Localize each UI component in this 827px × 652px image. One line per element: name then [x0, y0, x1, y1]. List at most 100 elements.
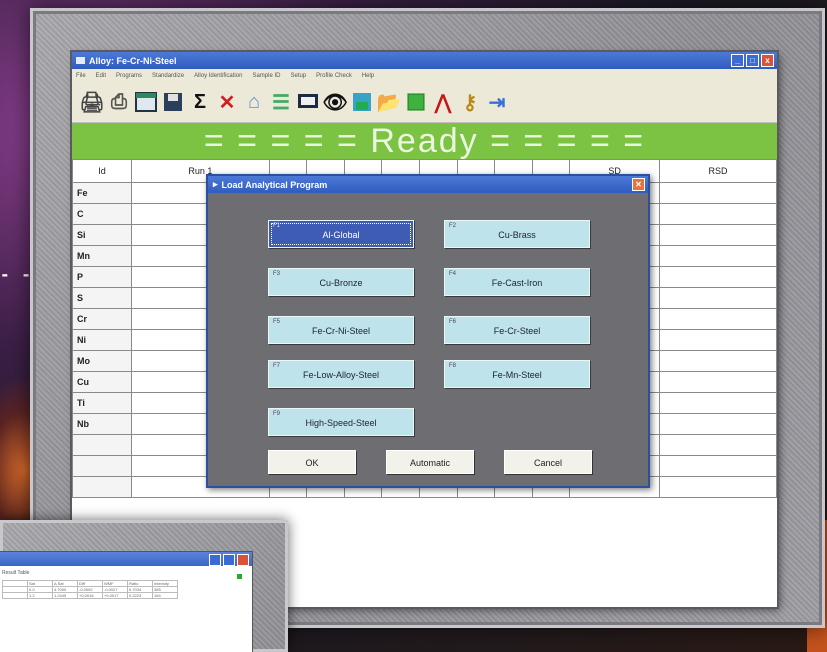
- window-title: Alloy: Fe-Cr-Ni-Steel: [89, 55, 177, 66]
- element-row-label: [72, 476, 132, 498]
- delete-x-icon[interactable]: ✕: [215, 90, 239, 114]
- program-cu-brass-button[interactable]: F2 Cu-Brass: [444, 220, 590, 248]
- grid-header: Id: [72, 159, 132, 183]
- grid-cell[interactable]: [658, 308, 777, 330]
- element-row-label: Mo: [72, 350, 132, 372]
- program-key-label: F2: [449, 223, 457, 229]
- program-al-global-button[interactable]: F1 Al-Global: [268, 220, 414, 248]
- menu-edit[interactable]: Edit: [96, 73, 106, 79]
- maximize-button[interactable]: □: [746, 54, 759, 67]
- grid-cell[interactable]: [658, 392, 777, 414]
- program-label: Fe-Mn-Steel: [492, 370, 542, 380]
- folder-open-icon[interactable]: 📂: [377, 90, 402, 114]
- home-icon[interactable]: ⌂: [242, 90, 266, 114]
- key-icon[interactable]: ⚷: [458, 90, 482, 114]
- program-fe-mn-steel-button[interactable]: F8 Fe-Mn-Steel: [444, 360, 590, 388]
- program-fe-cast-iron-button[interactable]: F4 Fe-Cast-Iron: [444, 268, 590, 296]
- grid-cell[interactable]: [658, 287, 777, 309]
- menu-setup[interactable]: Setup: [290, 73, 306, 79]
- sigma-icon[interactable]: Σ: [188, 90, 212, 114]
- disk-icon[interactable]: [350, 90, 374, 114]
- program-label: Cu-Bronze: [319, 278, 363, 288]
- automatic-button[interactable]: Automatic: [386, 450, 474, 474]
- grid-cell[interactable]: [658, 350, 777, 372]
- dialog-title: Load Analytical Program: [221, 179, 328, 190]
- load-program-dialog: ▸ Load Analytical Program ✕ F1 Al-Global…: [206, 174, 650, 488]
- binoculars-icon[interactable]: 👁: [322, 90, 347, 114]
- program-label: Fe-Cast-Iron: [491, 278, 543, 288]
- green-square-icon[interactable]: [404, 90, 428, 114]
- program-fe-low-alloy-steel-button[interactable]: F7 Fe-Low-Alloy-Steel: [268, 360, 414, 388]
- table-cell: 0.2223: [127, 592, 153, 599]
- table-row: 1.2 1.2445 +0.0016 +0.0017 0.2223 164: [2, 592, 178, 599]
- cancel-button[interactable]: Cancel: [504, 450, 592, 474]
- program-key-label: F1: [273, 223, 281, 229]
- grid-cell[interactable]: [658, 434, 777, 456]
- list-icon[interactable]: ☰: [269, 90, 293, 114]
- printer-icon[interactable]: 🖨: [79, 90, 104, 114]
- grid-cell[interactable]: [658, 266, 777, 288]
- result-window-titlebar[interactable]: [0, 552, 252, 566]
- element-row-label: Fe: [72, 182, 132, 204]
- minimize-button[interactable]: [209, 554, 221, 566]
- element-row-label: Nb: [72, 413, 132, 435]
- grid-cell[interactable]: [658, 371, 777, 393]
- element-row-label: Mn: [72, 245, 132, 267]
- element-row-label: S: [72, 287, 132, 309]
- program-fe-cr-steel-button[interactable]: F6 Fe-Cr-Steel: [444, 316, 590, 344]
- close-button[interactable]: x: [761, 54, 774, 67]
- spectrum-icon[interactable]: ⋀: [431, 90, 455, 114]
- element-row-label: Ti: [72, 392, 132, 414]
- dialog-close-button[interactable]: ✕: [632, 178, 645, 191]
- result-table-window: Result Table Sat Δ Sat Diff WMF Ratio In…: [0, 552, 252, 652]
- menu-programs[interactable]: Programs: [116, 73, 142, 79]
- app-icon: [76, 57, 85, 64]
- grid-cell[interactable]: [658, 182, 777, 204]
- print-preview-icon[interactable]: ⎙: [107, 90, 131, 114]
- menu-file[interactable]: File: [76, 73, 86, 79]
- program-label: Fe-Cr-Ni-Steel: [311, 326, 370, 336]
- grid-cell[interactable]: [658, 245, 777, 267]
- menu-sample-id[interactable]: Sample ID: [252, 73, 280, 79]
- maximize-button[interactable]: [223, 554, 235, 566]
- program-key-label: F7: [273, 363, 281, 369]
- window-titlebar[interactable]: Alloy: Fe-Cr-Ni-Steel _ □ x: [72, 52, 777, 69]
- element-row-label: [72, 434, 132, 456]
- element-row-label: Ni: [72, 329, 132, 351]
- monitor-icon[interactable]: [296, 90, 320, 114]
- program-fe-cr-ni-steel-button[interactable]: F5 Fe-Cr-Ni-Steel: [268, 316, 414, 344]
- program-high-speed-steel-button[interactable]: F9 High-Speed-Steel: [268, 408, 414, 436]
- minimize-button[interactable]: _: [731, 54, 744, 67]
- grid-cell[interactable]: [658, 455, 777, 477]
- menu-alloy-identification[interactable]: Alloy Identification: [194, 73, 242, 79]
- exit-door-icon[interactable]: ⇥: [485, 90, 509, 114]
- program-label: Fe-Low-Alloy-Steel: [302, 370, 380, 380]
- menu-help[interactable]: Help: [362, 73, 374, 79]
- element-row-label: P: [72, 266, 132, 288]
- program-cu-bronze-button[interactable]: F3 Cu-Bronze: [268, 268, 414, 296]
- menu-bar: File Edit Programs Standardize Alloy Ide…: [72, 69, 777, 82]
- table-cell: +0.0016: [77, 592, 103, 599]
- element-row-label: Si: [72, 224, 132, 246]
- grid-cell[interactable]: [658, 476, 777, 498]
- grid-cell[interactable]: [658, 224, 777, 246]
- ok-button[interactable]: OK: [268, 450, 356, 474]
- menu-standardize[interactable]: Standardize: [152, 73, 184, 79]
- element-row-label: Cr: [72, 308, 132, 330]
- toolbar: 🖨 ⎙ Σ ✕ ⌂ ☰ 👁 📂 ⋀ ⚷ ⇥: [72, 82, 777, 123]
- dialog-titlebar[interactable]: ▸ Load Analytical Program ✕: [208, 176, 648, 193]
- window-icon[interactable]: [134, 90, 158, 114]
- grid-cell[interactable]: [658, 329, 777, 351]
- grid-cell[interactable]: [658, 203, 777, 225]
- grid-cell[interactable]: [658, 413, 777, 435]
- element-row-label: Cu: [72, 371, 132, 393]
- grid-header: RSD: [658, 159, 777, 183]
- program-key-label: F3: [273, 271, 281, 277]
- program-key-label: F8: [449, 363, 457, 369]
- table-cell: 1.2445: [52, 592, 78, 599]
- close-button[interactable]: [237, 554, 249, 566]
- save-icon[interactable]: [161, 90, 185, 114]
- program-key-label: F6: [449, 319, 457, 325]
- menu-profile-check[interactable]: Profile Check: [316, 73, 352, 79]
- program-label: Fe-Cr-Steel: [493, 326, 541, 336]
